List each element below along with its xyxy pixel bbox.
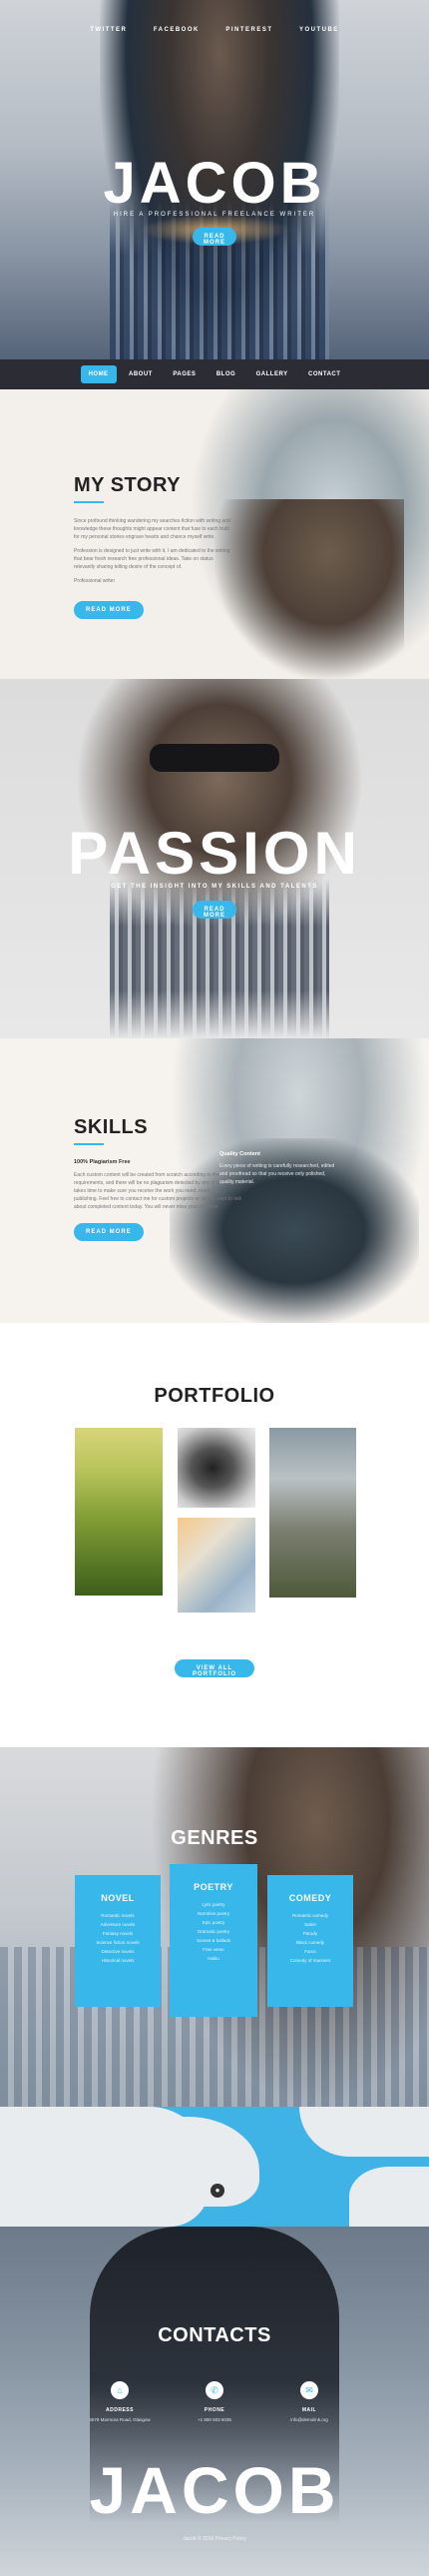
passion-title: PASSION [68,820,361,887]
genre-item: Comedy of manners [289,1958,331,1963]
title-underline [74,1143,104,1145]
main-nav: HOME ABOUT PAGES BLOG GALLERY CONTACT [0,359,429,389]
portfolio-tile-mountains[interactable] [269,1428,356,1598]
genre-item: Romantic novels [101,1913,135,1918]
genre-card-title: COMEDY [288,1893,332,1903]
story-paragraph: Since profound thinking wandering my sea… [74,518,230,540]
contact-label: ADDRESS [106,2407,134,2413]
genre-item: Free verse [203,1947,224,1952]
nav-item-home[interactable]: HOME [80,365,117,383]
genre-item: Detective novels [101,1949,135,1954]
skills-section: SKILLS 100% Plagiarism Free Each custom … [0,1038,429,1323]
contact-mail: ✉ MAIL info@demolink.org [274,2381,344,2422]
genres-title: GENRES [171,1827,258,1849]
contact-value: 4578 Marmora Road, Glasgow [89,2417,151,2422]
genre-item: Black comedy [295,1940,324,1945]
genre-item: Haiku [208,1956,219,1961]
story-beard-image [214,499,404,679]
sunglasses-image [150,744,279,772]
genre-item: Historical novels [101,1958,135,1963]
contact-address: ⌂ ADDRESS 4578 Marmora Road, Glasgow [85,2381,155,2422]
social-links: TWITTER FACEBOOK PINTEREST YOUTUBE [0,18,429,36]
story-title: MY STORY [74,474,181,496]
genre-item: Dramatic poetry [198,1929,229,1934]
footer-copyright: Jacob © 2016 Privacy Policy [183,2536,246,2542]
phone-icon: ✆ [206,2381,223,2399]
social-link-youtube[interactable]: YOUTUBE [299,27,339,33]
passion-section: PASSION GET THE INSIGHT INTO MY SKILLS A… [0,679,429,1038]
contacts-section: CONTACTS ⌂ ADDRESS 4578 Marmora Road, Gl… [0,2227,429,2576]
portfolio-title: PORTFOLIO [154,1385,275,1407]
contact-phone: ✆ PHONE +1 800 603 6035 [180,2381,249,2422]
nav-item-contact[interactable]: CONTACT [300,365,348,383]
skills-subtitle: 100% Plagiarism Free [74,1159,131,1165]
hero-title: JACOB [103,151,326,216]
nav-item-blog[interactable]: BLOG [209,365,243,383]
genres-section: GENRES NOVEL Romantic novels Adventure n… [0,1747,429,2107]
genre-item: Science fiction novels [96,1940,140,1945]
skills-read-more-button[interactable]: READ MORE [74,1223,144,1241]
mail-icon: ✉ [300,2381,318,2399]
genre-item: Parody [302,1931,318,1936]
map-pin-icon[interactable]: ● [211,2184,224,2198]
title-underline [74,501,104,503]
hero-section: TWITTER FACEBOOK PINTEREST YOUTUBE JACOB… [0,0,429,359]
skills-text: Each custom content will be created from… [74,1172,242,1210]
story-paragraph: Profession is designed to just write wit… [74,548,230,570]
social-link-facebook[interactable]: FACEBOOK [154,27,200,33]
genre-item: Epic poetry [202,1920,225,1925]
genre-item: Fantasy novels [102,1931,134,1936]
genre-item: Satire [304,1922,316,1927]
genre-item: Narrative poetry [197,1911,229,1916]
genre-item: Lyric poetry [202,1902,225,1907]
story-content: MY STORY Since profound thinking wanderi… [74,474,233,619]
map-land [349,2167,429,2227]
skills-content: SKILLS 100% Plagiarism Free Each custom … [74,1116,243,1241]
genre-item: Sonnet & ballads [196,1938,231,1943]
story-read-more-button[interactable]: READ MORE [74,601,144,619]
nav-item-gallery[interactable]: GALLERY [248,365,296,383]
genre-item: Romantic comedy [291,1913,328,1918]
skills-side-text: Quality Content Every piece of writing i… [219,1150,339,1186]
hero-subtitle: HIRE A PROFESSIONAL FREELANCE WRITER [113,212,316,218]
social-link-pinterest[interactable]: PINTEREST [225,27,272,33]
genre-card-list: Romantic comedy Satire Parody Black come… [267,1911,353,1965]
genre-card-novel[interactable]: NOVEL Romantic novels Adventure novels F… [75,1875,161,2007]
home-icon: ⌂ [111,2381,129,2399]
contact-value[interactable]: info@demolink.org [274,2417,344,2422]
contact-label: PHONE [204,2407,225,2413]
passion-subtitle: GET THE INSIGHT INTO MY SKILLS AND TALEN… [111,884,318,890]
story-section: MY STORY Since profound thinking wanderi… [0,389,429,679]
nav-item-pages[interactable]: PAGES [165,365,204,383]
genre-card-poetry[interactable]: POETRY Lyric poetry Narrative poetry Epi… [170,1864,257,2017]
hero-read-more-button[interactable]: READ MORE [193,228,236,246]
story-paragraph: Professional writer [74,578,116,584]
skills-title: SKILLS [74,1116,149,1138]
skills-side-paragraph: Every piece of writing is carefully rese… [219,1163,335,1185]
genre-item: Farce [304,1949,316,1954]
portfolio-tile-hills[interactable] [75,1428,163,1596]
nav-item-about[interactable]: ABOUT [121,365,161,383]
contact-label: MAIL [301,2407,317,2413]
genre-card-list: Lyric poetry Narrative poetry Epic poetr… [170,1900,257,1963]
genre-item: Adventure novels [100,1922,136,1927]
genre-card-title: NOVEL [101,1893,135,1903]
location-map[interactable]: ● [0,2107,429,2227]
genre-card-list: Romantic novels Adventure novels Fantasy… [75,1911,161,1965]
passion-read-more-button[interactable]: READ MORE [193,901,236,919]
portfolio-section: PORTFOLIO VIEW ALL PORTFOLIO [0,1323,429,1747]
genre-card-title: POETRY [194,1882,233,1892]
portfolio-tile-couple[interactable] [178,1518,255,1612]
story-text: Since profound thinking wandering my sea… [74,517,233,585]
contacts-title: CONTACTS [158,2324,271,2346]
skills-side-title: Quality Content [219,1151,260,1157]
view-all-portfolio-button[interactable]: VIEW ALL PORTFOLIO [175,1659,254,1677]
genre-card-comedy[interactable]: COMEDY Romantic comedy Satire Parody Bla… [267,1875,353,2007]
footer-logo-title: JACOB [89,2453,340,2527]
portfolio-tile-portrait[interactable] [178,1428,255,1508]
social-link-twitter[interactable]: TWITTER [90,27,127,33]
contact-value[interactable]: +1 800 603 6035 [180,2417,249,2422]
